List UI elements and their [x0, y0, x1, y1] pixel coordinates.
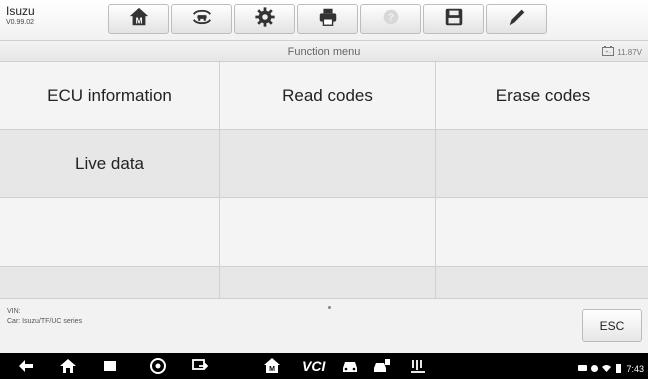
page-title: Function menu — [287, 46, 361, 58]
empty-function-cell — [220, 267, 435, 301]
top-toolbar: Isuzu V0.99.02 M ? — [0, 0, 648, 40]
svg-text:M: M — [269, 366, 275, 373]
software-version: V0.99.02 — [6, 19, 35, 26]
home-icon: M — [128, 6, 150, 33]
vin-label: VIN: — [7, 308, 21, 315]
print-icon — [317, 6, 339, 33]
maxifix-home-icon[interactable]: M — [262, 356, 282, 376]
esc-button[interactable]: ESC — [582, 309, 642, 342]
save-button[interactable] — [423, 4, 484, 34]
battery-icon: + - — [602, 46, 615, 58]
recent-apps-icon[interactable] — [100, 356, 120, 376]
function-grid: ECU information Read codes Erase codes L… — [0, 62, 648, 301]
pen-button[interactable] — [486, 4, 547, 34]
home-button[interactable]: M — [108, 4, 169, 34]
empty-function-cell — [220, 198, 435, 266]
back-icon[interactable] — [16, 356, 36, 376]
vehicle-title: Isuzu V0.99.02 — [6, 4, 35, 27]
battery-status: + - 11.87V — [602, 46, 642, 58]
system-navigation-bar: M VCI 7:43 — [0, 353, 648, 379]
ecu-information-button[interactable]: ECU information — [0, 62, 219, 129]
remote-desktop-icon[interactable] — [190, 356, 210, 376]
help-icon: ? — [380, 6, 402, 33]
function-menu-header: Function menu + - 11.87V — [0, 40, 648, 62]
settings-status-icon — [590, 360, 599, 378]
vci-indicator[interactable]: VCI — [302, 358, 325, 374]
car-icon[interactable] — [340, 356, 360, 376]
empty-function-cell — [436, 267, 648, 301]
empty-function-cell — [436, 198, 648, 266]
print-button[interactable] — [297, 4, 358, 34]
svg-text:-: - — [609, 50, 611, 56]
vehicle-swap-icon — [191, 6, 213, 33]
save-icon — [443, 6, 465, 33]
clock: 7:43 — [626, 364, 644, 374]
empty-function-cell — [0, 267, 219, 301]
pen-icon — [506, 6, 528, 33]
vehicle-make: Isuzu — [6, 4, 35, 18]
battery-level-icon — [614, 360, 623, 378]
vehicle-info: VIN: Car: Isuzu/TF/UC series — [7, 307, 82, 327]
settings-button[interactable] — [234, 4, 295, 34]
home-nav-icon[interactable] — [58, 356, 78, 376]
help-button[interactable]: ? — [360, 4, 421, 34]
wifi-icon — [602, 360, 612, 378]
status-bar: 7:43 — [578, 360, 644, 378]
erase-codes-button[interactable]: Erase codes — [436, 62, 648, 129]
live-data-button[interactable]: Live data — [0, 130, 219, 197]
battery-voltage: 11.87V — [617, 47, 642, 57]
vehicle-swap-button[interactable] — [171, 4, 232, 34]
message-icon — [578, 360, 588, 378]
settings-gear-icon — [254, 6, 276, 33]
vehicle-info-bar: VIN: Car: Isuzu/TF/UC series ESC — [0, 298, 648, 353]
car-label: Car: Isuzu/TF/UC series — [7, 318, 83, 325]
tire-pressure-icon[interactable] — [408, 356, 428, 376]
page-indicator-dot — [328, 306, 331, 309]
svg-text:?: ? — [387, 12, 393, 23]
vehicle-data-icon[interactable] — [372, 356, 392, 376]
empty-function-cell — [436, 130, 648, 197]
chrome-icon[interactable] — [148, 356, 168, 376]
empty-function-cell — [0, 198, 219, 266]
read-codes-button[interactable]: Read codes — [220, 62, 435, 129]
svg-text:M: M — [135, 16, 142, 25]
empty-function-cell — [220, 130, 435, 197]
